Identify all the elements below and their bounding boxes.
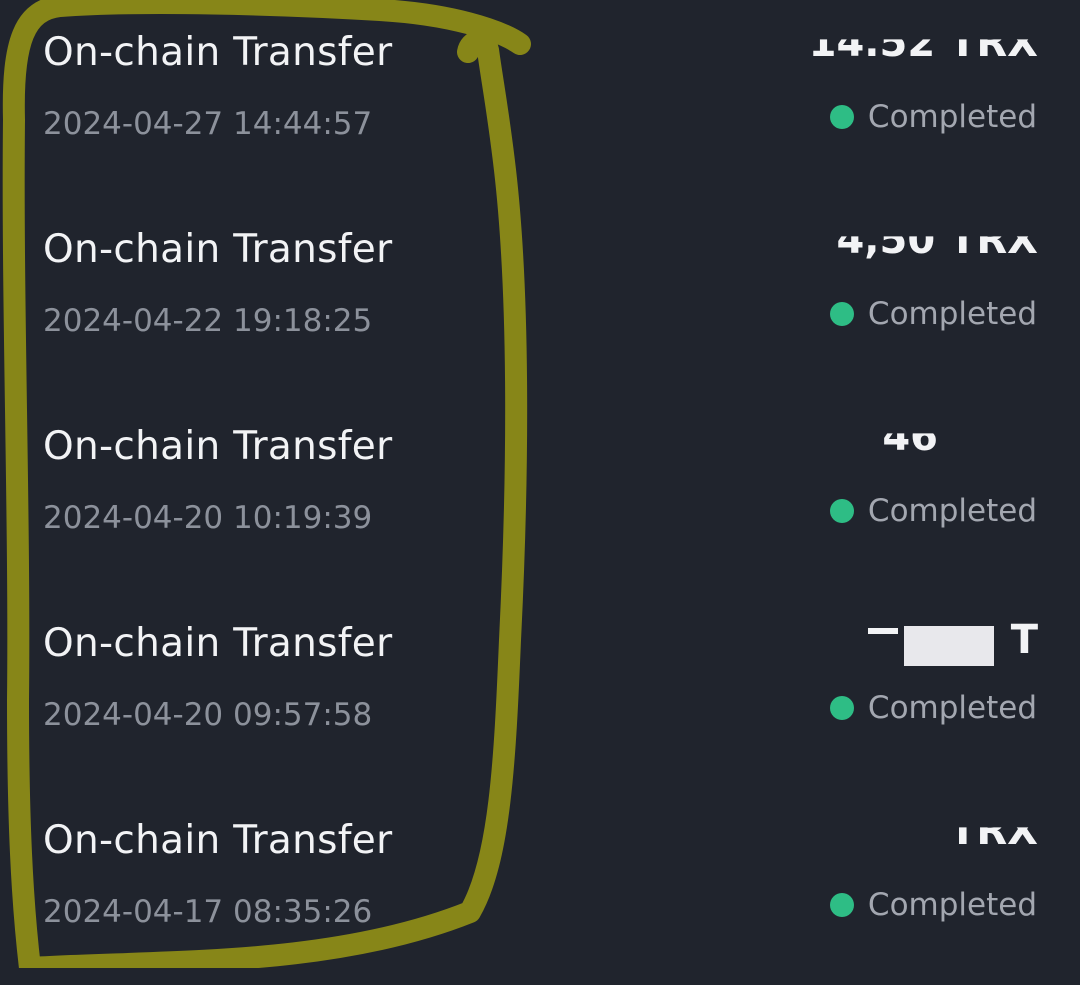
redaction-block <box>868 628 898 634</box>
status-badge: Completed <box>829 493 1037 529</box>
transaction-amount: TRX <box>949 808 1038 854</box>
transaction-amount: 14.52 TRX <box>808 20 1038 66</box>
transaction-row[interactable]: On-chain Transfer 2024-04-17 08:35:26 TR… <box>0 788 1080 985</box>
transaction-row[interactable]: On-chain Transfer 2024-04-20 09:57:58 T … <box>0 591 1080 788</box>
transaction-title: On-chain Transfer <box>43 30 393 75</box>
status-label: Completed <box>867 887 1037 923</box>
completed-dot-icon <box>829 696 854 720</box>
transaction-list: On-chain Transfer 2024-04-27 14:44:57 14… <box>0 0 1080 968</box>
transaction-timestamp: 2024-04-22 19:18:25 <box>43 303 373 339</box>
status-label: Completed <box>867 99 1037 135</box>
transaction-timestamp: 2024-04-20 10:19:39 <box>43 500 373 536</box>
transaction-title: On-chain Transfer <box>43 818 393 863</box>
transaction-title: On-chain Transfer <box>43 227 393 272</box>
transaction-row[interactable]: On-chain Transfer 2024-04-22 19:18:25 4,… <box>0 197 1080 394</box>
status-badge: Completed <box>829 690 1037 726</box>
transaction-row[interactable]: On-chain Transfer 2024-04-27 14:44:57 14… <box>0 0 1080 197</box>
transaction-title: On-chain Transfer <box>43 424 393 469</box>
status-badge: Completed <box>829 296 1037 332</box>
transaction-amount: 4,50 TRX <box>836 217 1038 263</box>
status-badge: Completed <box>829 887 1037 923</box>
completed-dot-icon <box>829 499 854 523</box>
transaction-timestamp: 2024-04-27 14:44:57 <box>43 106 373 142</box>
completed-dot-icon <box>829 302 854 326</box>
status-label: Completed <box>867 690 1037 726</box>
completed-dot-icon <box>829 893 854 917</box>
transaction-title: On-chain Transfer <box>43 621 393 666</box>
redaction-block <box>904 626 994 666</box>
transaction-timestamp: 2024-04-17 08:35:26 <box>43 894 373 930</box>
transaction-amount: 46 <box>882 414 938 460</box>
status-label: Completed <box>867 493 1037 529</box>
transaction-amount: T <box>1010 617 1038 663</box>
completed-dot-icon <box>829 105 854 129</box>
transaction-timestamp: 2024-04-20 09:57:58 <box>43 697 373 733</box>
status-label: Completed <box>867 296 1037 332</box>
status-badge: Completed <box>829 99 1037 135</box>
transaction-row[interactable]: On-chain Transfer 2024-04-20 10:19:39 46… <box>0 394 1080 591</box>
